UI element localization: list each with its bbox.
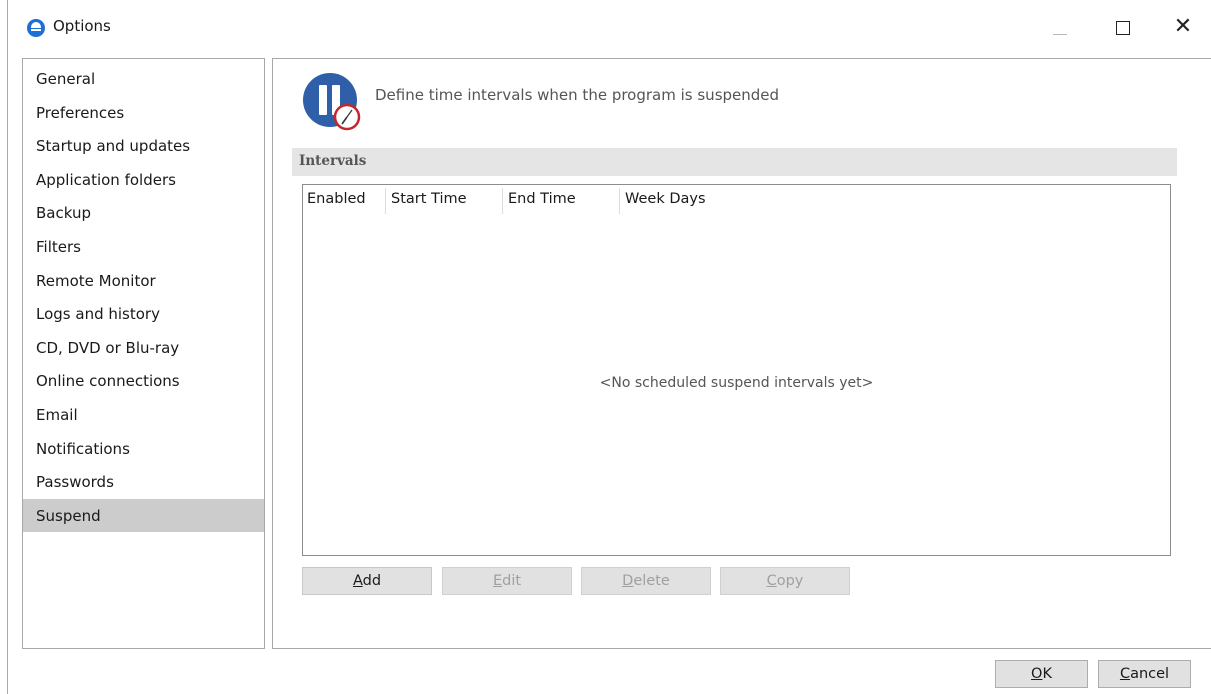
nav-item-startup-updates[interactable]: Startup and updates [23, 129, 264, 163]
nav-item-filters[interactable]: Filters [23, 230, 264, 264]
nav-item-backup[interactable]: Backup [23, 196, 264, 230]
page-description: Define time intervals when the program i… [375, 86, 780, 104]
button-label-rest: dd [362, 573, 382, 589]
column-header-enabled[interactable]: Enabled [307, 191, 366, 207]
delete-button[interactable]: Delete [581, 567, 711, 595]
empty-table-message: <No scheduled suspend intervals yet> [599, 375, 874, 391]
button-label-rest: K [1042, 666, 1052, 682]
ok-button[interactable]: OK [995, 660, 1088, 688]
mnemonic-letter: D [622, 573, 634, 589]
button-label-rest: opy [776, 573, 804, 589]
options-window: Options ✕ General Preferences Startup an… [7, 0, 1211, 694]
column-header-week-days[interactable]: Week Days [625, 191, 706, 207]
maximize-button[interactable] [1100, 8, 1146, 46]
nav-item-notifications[interactable]: Notifications [23, 432, 264, 466]
options-category-list[interactable]: General Preferences Startup and updates … [22, 58, 265, 649]
mnemonic-letter: E [492, 573, 503, 589]
table-header: Enabled Start Time End Time Week Days [303, 185, 1170, 217]
nav-item-application-folders[interactable]: Application folders [23, 163, 264, 197]
nav-item-suspend[interactable]: Suspend [23, 498, 264, 533]
column-divider[interactable] [385, 188, 386, 214]
edit-button[interactable]: Edit [442, 567, 572, 595]
window-title: Options [53, 17, 111, 35]
button-label-rest: ancel [1130, 666, 1170, 682]
column-header-end-time[interactable]: End Time [508, 191, 576, 207]
button-label-rest: dit [502, 573, 522, 589]
mnemonic-letter: O [1031, 666, 1043, 682]
column-divider[interactable] [619, 188, 620, 214]
nav-item-preferences[interactable]: Preferences [23, 96, 264, 130]
nav-item-online-connections[interactable]: Online connections [23, 364, 264, 398]
suspend-settings-panel: Define time intervals when the program i… [272, 58, 1211, 649]
button-label-rest: elete [633, 573, 670, 589]
column-divider[interactable] [502, 188, 503, 214]
section-title: Intervals [299, 153, 367, 169]
intervals-section-header: Intervals [292, 148, 1177, 176]
nav-item-passwords[interactable]: Passwords [23, 465, 264, 499]
mnemonic-letter: C [766, 573, 777, 589]
column-header-start-time[interactable]: Start Time [391, 191, 467, 207]
nav-item-remote-monitor[interactable]: Remote Monitor [23, 264, 264, 298]
copy-button[interactable]: Copy [720, 567, 850, 595]
nav-item-general[interactable]: General [23, 62, 264, 96]
title-bar[interactable]: Options ✕ [8, 0, 1211, 50]
nav-item-cd-dvd-bluray[interactable]: CD, DVD or Blu-ray [23, 331, 264, 365]
add-button[interactable]: Add [302, 567, 432, 595]
mnemonic-letter: A [352, 573, 363, 589]
close-button[interactable]: ✕ [1160, 8, 1206, 46]
app-logo-icon [27, 19, 45, 37]
cancel-button[interactable]: Cancel [1098, 660, 1191, 688]
nav-item-logs-history[interactable]: Logs and history [23, 297, 264, 331]
intervals-table[interactable]: Enabled Start Time End Time Week Days <N… [302, 184, 1171, 556]
minimize-button[interactable] [1038, 8, 1084, 46]
pause-clock-icon [303, 73, 361, 131]
nav-item-email[interactable]: Email [23, 398, 264, 432]
mnemonic-letter: C [1119, 666, 1131, 682]
